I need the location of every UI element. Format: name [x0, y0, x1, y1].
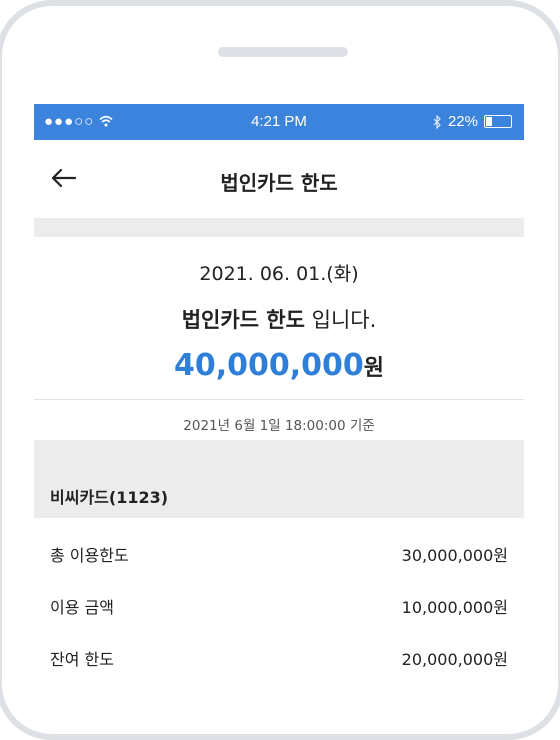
detail-row-remaining-limit: 잔여 한도 20,000,000원 [34, 632, 524, 680]
card-name: 비씨카드(1123) [50, 488, 169, 507]
detail-unit: 원 [493, 598, 508, 617]
status-right: 22% [433, 113, 512, 130]
total-limit-value: 40,000,000 [173, 348, 364, 383]
battery-percent: 22% [447, 113, 478, 130]
summary-caption-rest: 입니다. [304, 308, 377, 332]
detail-amount: 30,000,000 [401, 546, 494, 565]
basis-timestamp: 2021년 6월 1일 18:00:00 기준 [183, 418, 375, 434]
battery-icon [484, 115, 512, 128]
app-screen: ●●●○○ 4:21 PM 22% 법인카드 한도 2021. 06. 01.(… [34, 104, 524, 680]
battery-fill [486, 117, 492, 126]
total-limit-amount: 40,000,000원 [34, 348, 524, 383]
detail-value: 20,000,000원 [402, 646, 508, 670]
detail-value: 10,000,000원 [402, 594, 508, 618]
section-separator [34, 218, 524, 237]
app-header: 법인카드 한도 [34, 140, 524, 218]
page-title: 법인카드 한도 [220, 171, 338, 195]
detail-label: 잔여 한도 [50, 650, 114, 669]
summary-caption-bold: 법인카드 한도 [181, 308, 305, 332]
detail-row-total-limit: 총 이용한도 30,000,000원 [34, 528, 524, 580]
detail-value: 30,000,000원 [402, 542, 508, 566]
phone-speaker [218, 47, 348, 57]
detail-label: 총 이용한도 [50, 546, 129, 565]
card-detail-list: 총 이용한도 30,000,000원 이용 금액 10,000,000원 잔여 … [34, 518, 524, 680]
limit-summary: 2021. 06. 01.(화) 법인카드 한도 입니다. 40,000,000… [34, 237, 524, 383]
detail-label: 이용 금액 [50, 598, 114, 617]
detail-unit: 원 [493, 650, 508, 669]
status-bar: ●●●○○ 4:21 PM 22% [34, 104, 524, 140]
divider [34, 399, 524, 400]
card-header: 비씨카드(1123) [34, 440, 524, 518]
total-limit-unit: 원 [363, 356, 385, 381]
summary-date: 2021. 06. 01.(화) [199, 263, 359, 285]
summary-caption: 법인카드 한도 입니다. [34, 304, 524, 334]
detail-amount: 10,000,000 [401, 598, 494, 617]
detail-row-used-amount: 이용 금액 10,000,000원 [34, 580, 524, 632]
detail-amount: 20,000,000 [401, 650, 494, 669]
detail-unit: 원 [493, 546, 508, 565]
bluetooth-icon [433, 114, 441, 129]
